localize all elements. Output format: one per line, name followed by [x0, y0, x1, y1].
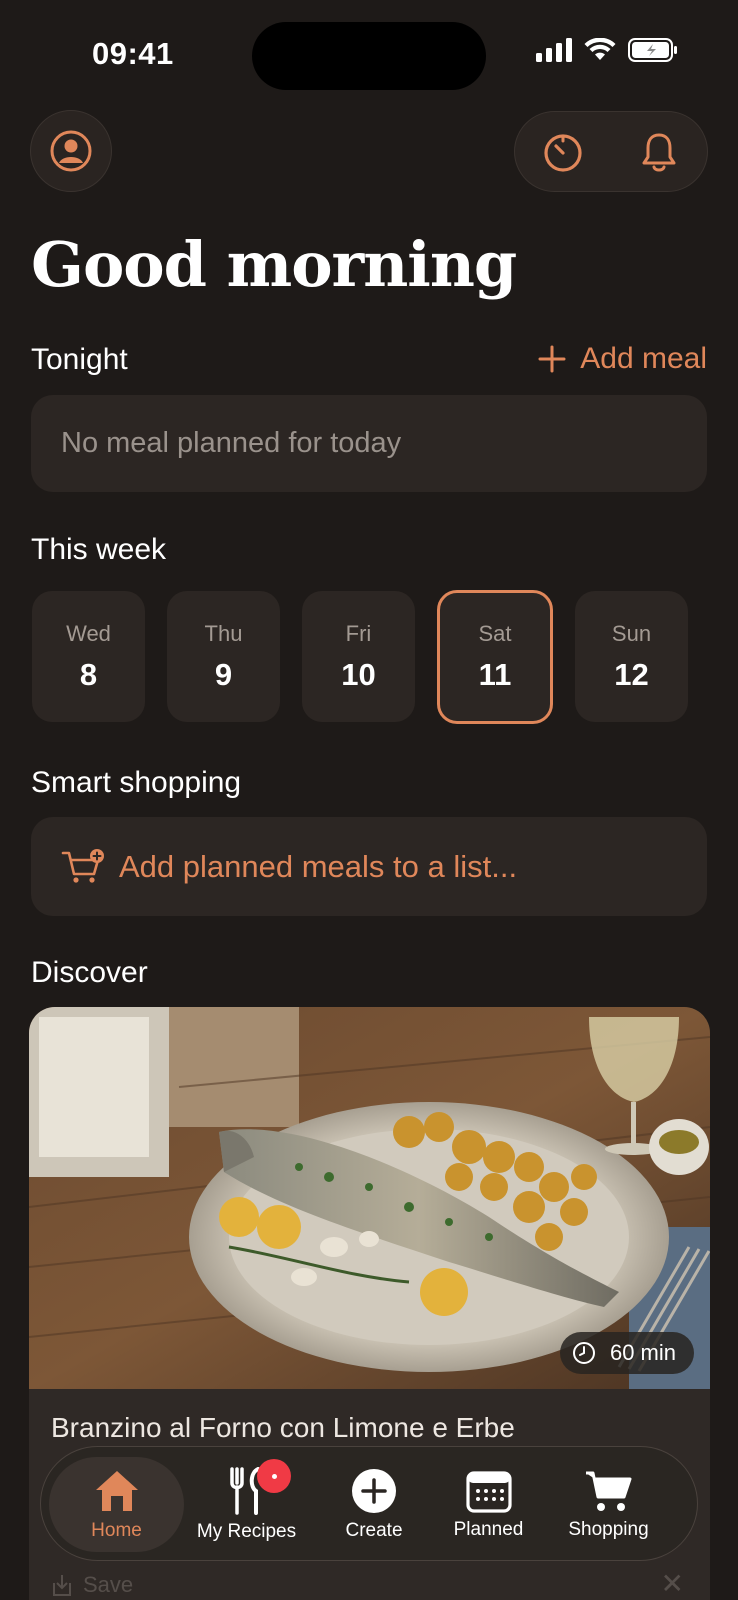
page-title: Good morning	[31, 228, 517, 301]
timer-button[interactable]	[523, 117, 603, 187]
plus-icon	[538, 345, 566, 373]
timer-icon	[544, 133, 582, 172]
home-icon	[95, 1470, 138, 1511]
tab-shopping-label: Shopping	[568, 1518, 649, 1540]
week-title: This week	[31, 533, 167, 566]
clock-icon	[572, 1342, 595, 1364]
recipe-title: Branzino al Forno con Limone e Erbe	[51, 1412, 515, 1443]
day-wed[interactable]: Wed 8	[32, 591, 145, 722]
plus-circle-icon	[352, 1468, 396, 1513]
profile-button[interactable]	[30, 110, 112, 192]
tonight-title: Tonight	[31, 343, 128, 376]
tab-my-recipes-label: My Recipes	[196, 1520, 297, 1542]
tonight-card[interactable]: No meal planned for today	[31, 395, 707, 492]
add-to-list-label: Add planned meals to a list...	[119, 848, 518, 884]
add-to-list-button[interactable]: Add planned meals to a list...	[31, 817, 707, 916]
day-number: 10	[341, 656, 376, 692]
tab-planned-label: Planned	[453, 1518, 524, 1540]
cook-time-badge: 60 min	[559, 1332, 694, 1374]
dynamic-island	[252, 22, 486, 90]
signal-icon	[536, 38, 572, 62]
no-meal-text: No meal planned for today	[61, 427, 402, 459]
tab-create[interactable]: Create	[324, 1457, 424, 1552]
cart-add-icon	[61, 848, 104, 883]
tab-shopping[interactable]: Shopping	[556, 1457, 661, 1552]
add-meal-button[interactable]: Add meal	[538, 342, 707, 376]
day-sat-selected[interactable]: Sat 11	[437, 590, 553, 724]
day-number: 12	[614, 656, 649, 692]
day-thu[interactable]: Thu 9	[167, 591, 280, 722]
status-bar: 09:41	[0, 0, 738, 100]
save-icon	[53, 1575, 71, 1596]
dismiss-icon[interactable]: ✕	[661, 1567, 684, 1600]
day-name: Sat	[478, 621, 512, 646]
day-number: 8	[79, 656, 98, 692]
day-number: 11	[478, 657, 512, 692]
tab-bar: Home My Recipes Create Planned Shopping	[40, 1446, 698, 1561]
day-name: Sun	[611, 620, 652, 646]
status-icons	[536, 38, 678, 62]
cart-icon	[585, 1471, 631, 1511]
battery-icon	[628, 38, 677, 62]
profile-icon	[50, 130, 92, 172]
notification-badge	[257, 1459, 291, 1493]
day-name: Thu	[204, 620, 243, 646]
notifications-button[interactable]	[619, 117, 699, 187]
tab-create-label: Create	[345, 1519, 403, 1541]
save-button[interactable]: Save	[51, 1572, 133, 1598]
day-number: 9	[214, 656, 233, 692]
bell-icon	[642, 133, 676, 171]
header-actions	[514, 111, 708, 192]
shopping-title: Smart shopping	[31, 766, 242, 799]
tab-planned[interactable]: Planned	[436, 1457, 541, 1552]
calendar-icon	[465, 1470, 512, 1513]
day-fri[interactable]: Fri 10	[302, 591, 415, 722]
cook-time-label: 60 min	[609, 1340, 676, 1365]
tab-home-label: Home	[91, 1519, 142, 1541]
discover-title: Discover	[31, 956, 148, 989]
save-label: Save	[83, 1572, 134, 1597]
day-sun[interactable]: Sun 12	[575, 591, 688, 722]
day-name: Wed	[66, 620, 111, 646]
day-name: Fri	[345, 620, 372, 646]
add-meal-label: Add meal	[580, 342, 707, 375]
week-days: Wed 8 Thu 9 Fri 10 Sat 11 Sun 12	[32, 590, 688, 724]
wifi-icon	[584, 38, 616, 60]
status-time: 09:41	[92, 36, 174, 71]
tab-home[interactable]: Home	[49, 1457, 184, 1552]
